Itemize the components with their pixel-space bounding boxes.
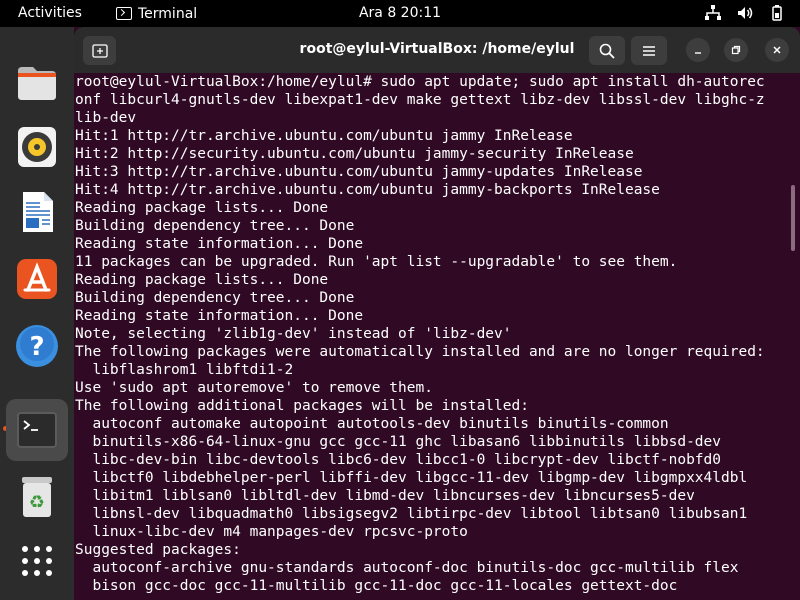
terminal-line: bison gcc-doc gcc-11-multilib gcc-11-doc… (75, 578, 678, 594)
search-button[interactable] (589, 36, 625, 65)
restore-icon (731, 45, 741, 55)
terminal-icon (17, 412, 57, 448)
terminal-line: Suggested packages: (75, 542, 241, 558)
terminal-line: root@eylul-VirtualBox:/home/eylul# sudo … (75, 74, 765, 90)
dock-writer[interactable] (8, 183, 66, 241)
activities-button[interactable]: Activities (18, 5, 82, 21)
terminal-line: linux-libc-dev m4 manpages-dev rpcsvc-pr… (75, 524, 468, 540)
terminal-line: libflashrom1 libftdi1-2 (75, 362, 294, 378)
new-tab-button[interactable] (83, 36, 116, 65)
trash-icon: ♻ (22, 477, 52, 517)
terminal-line: Hit:3 http://tr.archive.ubuntu.com/ubunt… (75, 164, 643, 180)
terminal-line: libc-dev-bin libc-devtools libc6-dev lib… (75, 452, 722, 468)
terminal-line: Hit:2 http://security.ubuntu.com/ubuntu … (75, 146, 634, 162)
terminal-output[interactable]: root@eylul-VirtualBox:/home/eylul# sudo … (74, 73, 792, 600)
terminal-line: The following packages were automaticall… (75, 344, 765, 360)
close-icon (773, 46, 781, 54)
terminal-line: Hit:1 http://tr.archive.ubuntu.com/ubunt… (75, 128, 573, 144)
search-icon (599, 43, 615, 59)
terminal-line: Reading state information... Done (75, 236, 364, 252)
terminal-line: Note, selecting 'zlib1g-dev' instead of … (75, 326, 512, 342)
svg-text:♻: ♻ (29, 492, 45, 513)
svg-text:?: ? (29, 332, 44, 362)
dock-help[interactable]: ? (8, 317, 66, 375)
volume-icon (738, 7, 753, 19)
clock[interactable]: Ara 8 20:11 (359, 5, 441, 21)
terminal-line: Building dependency tree... Done (75, 290, 355, 306)
terminal-window: root@eylul-VirtualBox: /home/eylul root@… (74, 27, 800, 600)
maximize-button[interactable] (724, 38, 748, 62)
scrollbar[interactable] (791, 185, 795, 251)
top-bar: Activities Terminal Ara 8 20:11 (0, 0, 800, 27)
terminal-line: libitm1 liblsan0 libltdl-dev libmd-dev l… (75, 488, 695, 504)
dock: ? ♻ (0, 27, 74, 600)
terminal-line: onf libcurl4-gnutls-dev libexpat1-dev ma… (75, 92, 765, 108)
terminal-line: binutils-x86-64-linux-gnu gcc gcc-11 ghc… (75, 434, 722, 450)
terminal-line: Building dependency tree... Done (75, 218, 355, 234)
dock-trash[interactable]: ♻ (8, 468, 66, 526)
new-tab-icon (91, 43, 108, 58)
store-icon (17, 259, 57, 299)
app-menu[interactable]: Terminal (116, 3, 197, 24)
terminal-line: autoconf automake autopoint autotools-de… (75, 416, 669, 432)
grid-icon (22, 546, 52, 576)
music-icon (18, 127, 56, 167)
dock-files[interactable] (8, 53, 66, 111)
terminal-line: Reading state information... Done (75, 308, 364, 324)
app-menu-label: Terminal (138, 5, 198, 22)
minimize-icon (695, 52, 701, 54)
dock-app-center[interactable] (8, 250, 66, 308)
close-button[interactable] (765, 38, 789, 62)
terminal-line: Reading package lists... Done (75, 200, 329, 216)
system-tray[interactable] (704, 4, 786, 22)
terminal-line: libnsl-dev libquadmath0 libsigsegv2 libt… (75, 506, 748, 522)
dock-rhythmbox[interactable] (8, 118, 66, 176)
dock-show-apps[interactable] (8, 532, 66, 590)
title-bar[interactable]: root@eylul-VirtualBox: /home/eylul (74, 27, 800, 73)
terminal-line: Use 'sudo apt autoremove' to remove them… (75, 380, 433, 396)
hamburger-icon (643, 45, 655, 56)
help-icon: ? (16, 325, 58, 367)
dock-terminal[interactable] (6, 399, 68, 461)
terminal-line: Hit:4 http://tr.archive.ubuntu.com/ubunt… (75, 182, 660, 198)
terminal-icon (116, 7, 132, 20)
terminal-line: 11 packages can be upgraded. Run 'apt li… (75, 254, 678, 270)
terminal-line: libctf0 libdebhelper-perl libffi-dev lib… (75, 470, 748, 486)
document-icon (23, 192, 53, 232)
menu-button[interactable] (631, 36, 667, 65)
folder-icon (18, 67, 56, 100)
battery-icon (772, 5, 782, 21)
terminal-line: The following additional packages will b… (75, 398, 529, 414)
terminal-line: Reading package lists... Done (75, 272, 329, 288)
network-icon (705, 5, 721, 20)
terminal-line: lib-dev (75, 110, 137, 126)
minimize-button[interactable] (686, 38, 710, 62)
terminal-line: autoconf-archive gnu-standards autoconf-… (75, 560, 739, 576)
